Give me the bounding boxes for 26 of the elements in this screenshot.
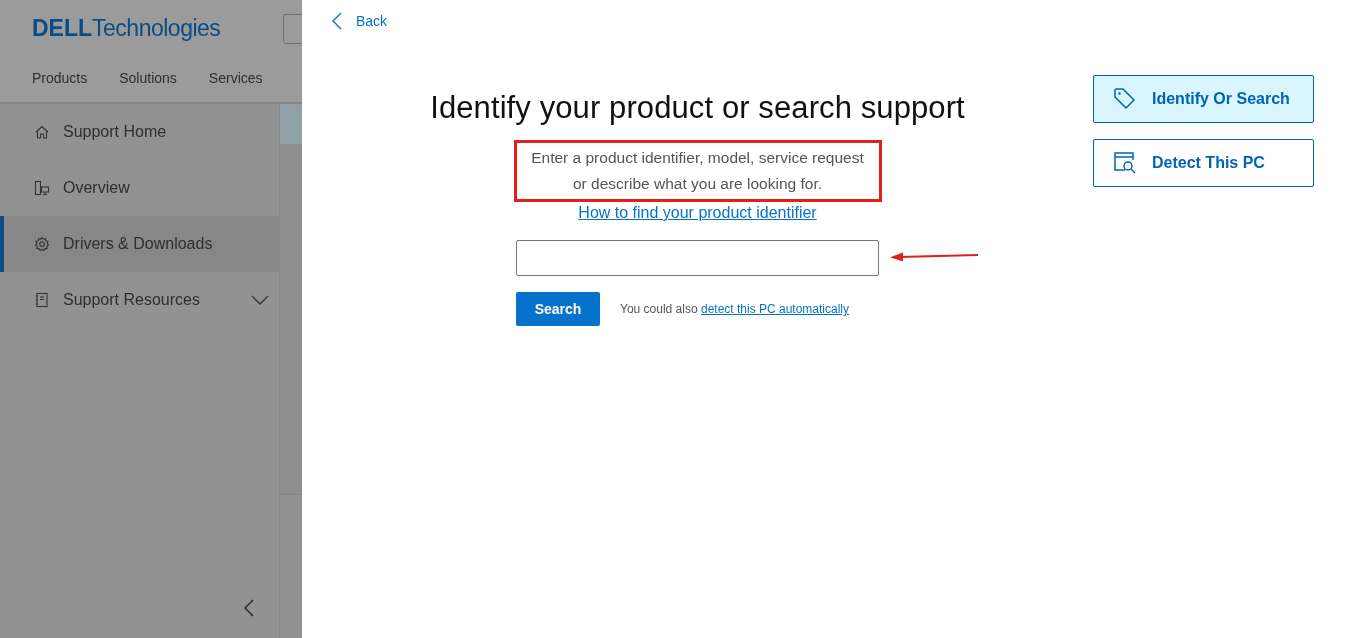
gear-icon: [34, 236, 50, 252]
sidebar-item[interactable]: Drivers & Downloads: [0, 216, 279, 272]
search-field[interactable]: [516, 240, 879, 276]
hint-text: You could also detect this PC automatically: [620, 302, 850, 316]
collapse-icon[interactable]: [244, 599, 254, 617]
sidebar-item[interactable]: Support Resources: [0, 272, 279, 328]
nav-link[interactable]: Services: [208, 70, 263, 86]
search-button[interactable]: Search: [516, 292, 600, 326]
back-link[interactable]: Back: [332, 12, 388, 30]
help-link[interactable]: How to find your product identifier: [578, 204, 817, 222]
book-icon: [34, 292, 50, 308]
tag-icon: [1113, 87, 1137, 111]
instruction-text: Enter a product identifier, model, service request or describe what you are looking for.: [513, 140, 882, 202]
sidebar-item[interactable]: Support Home: [0, 104, 279, 160]
nav-link[interactable]: Solutions: [119, 70, 177, 86]
option-button[interactable]: Detect This PC: [1093, 139, 1314, 187]
chevron-left-icon: [332, 12, 342, 30]
computer-icon: [34, 180, 50, 196]
sidebar-item[interactable]: Overview: [0, 160, 279, 216]
panel-title: Identify your product or search support: [430, 90, 965, 126]
option-button[interactable]: Identify Or Search: [1093, 75, 1314, 123]
nav-link[interactable]: Products: [32, 70, 88, 86]
home-icon: [34, 124, 50, 140]
detect-link[interactable]: detect this PC automatically: [700, 302, 850, 316]
logo[interactable]: DELLTechnologies: [32, 15, 221, 42]
window-search-icon: [1113, 151, 1137, 175]
